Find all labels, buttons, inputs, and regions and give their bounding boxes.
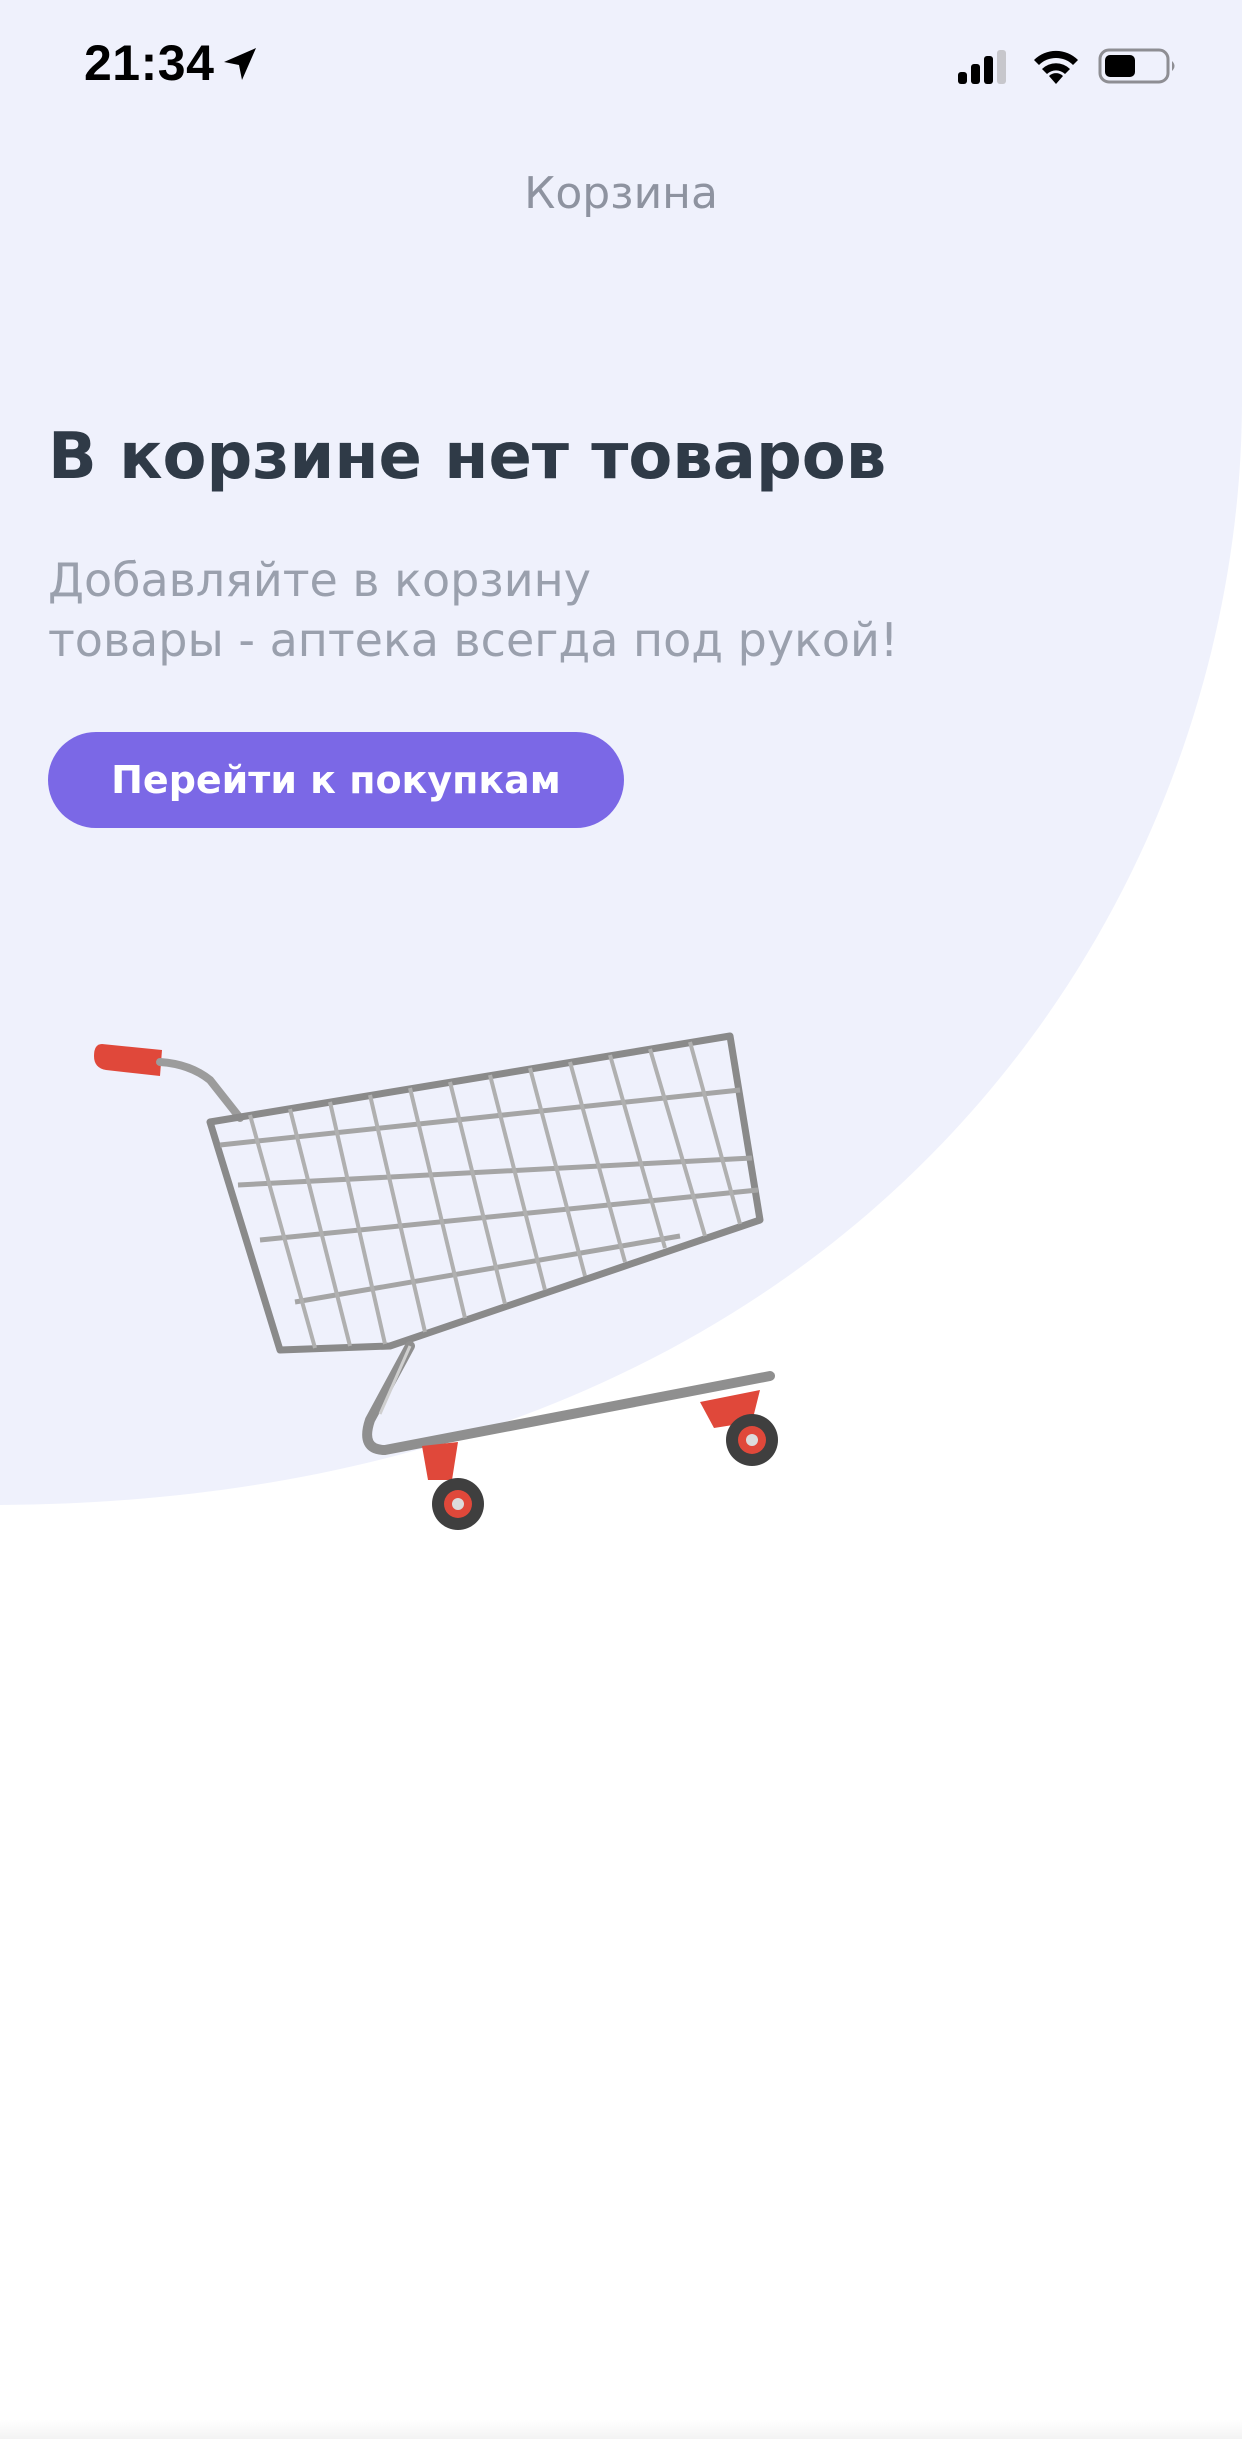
signal-icon <box>958 50 1006 84</box>
status-time: 21:34 <box>84 35 215 91</box>
description-line-1: Добавляйте в корзину <box>48 553 591 607</box>
empty-cart-heading: В корзине нет товаров <box>48 420 887 494</box>
description-line-2: товары - аптека всегда под рукой! <box>48 613 899 667</box>
status-bar: 21:34 <box>0 0 1242 130</box>
wifi-icon <box>1034 50 1078 84</box>
location-arrow-icon <box>224 48 256 80</box>
empty-cart-description: Добавляйте в корзину товары - аптека все… <box>48 550 1048 670</box>
page-title: Корзина <box>524 168 718 219</box>
battery-icon <box>1098 48 1175 84</box>
shopping-cart-icon <box>94 1032 778 1530</box>
home-indicator-bar <box>0 2420 1242 2439</box>
go-to-shopping-button[interactable]: Перейти к покупкам <box>48 732 624 828</box>
